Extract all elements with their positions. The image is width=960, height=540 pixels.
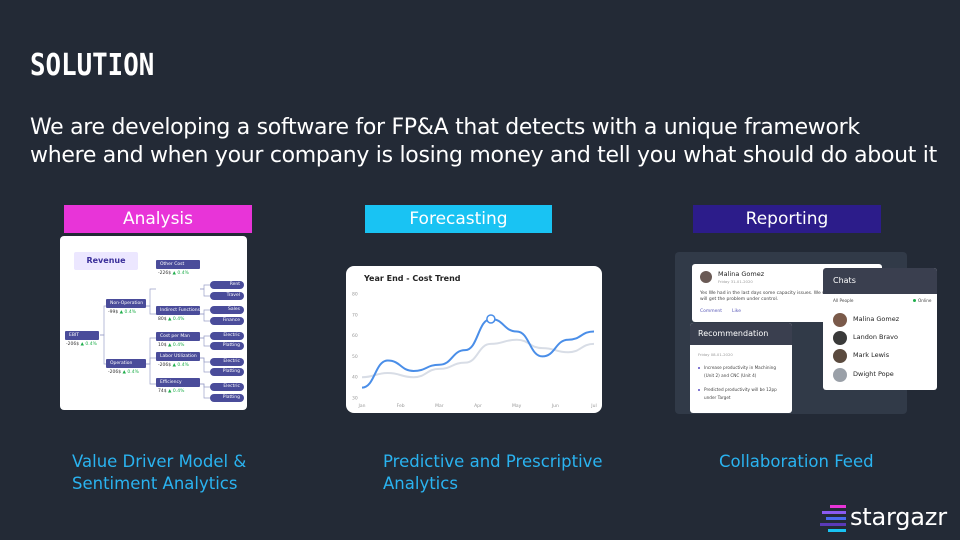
- chats-title: Chats: [823, 268, 937, 294]
- stargazr-logo: stargazr: [820, 503, 947, 533]
- analysis-caption-line-2: Sentiment Analytics: [72, 474, 238, 493]
- x-tick-label: Mar: [435, 403, 444, 409]
- y-tick-label: 50: [352, 354, 358, 360]
- rec-item-2a: Predicted productivity will be 12pp: [704, 387, 777, 392]
- revenue-tag: Revenue: [74, 252, 138, 270]
- x-tick-label: Jul: [590, 403, 596, 409]
- post-text-2: will get the problem under control.: [700, 297, 779, 302]
- leaf-electric: Electric: [210, 383, 244, 391]
- post-text-1: Yes We had in the last days some capacit…: [700, 291, 826, 296]
- reporting-caption-line-1: Collaboration Feed: [719, 452, 874, 471]
- analysis-caption-line-1: Value Driver Model &: [72, 452, 247, 471]
- forecasting-caption-line-2: Analytics: [383, 474, 458, 493]
- forecasting-caption-line-1: Predictive and Prescriptive: [383, 452, 603, 471]
- node-cost-per-man-hour: Cost per Man Hour: [156, 332, 200, 348]
- chat-name: Mark Lewis: [853, 351, 890, 359]
- node-other-cost-center-value: -226$ ▲ 0.4%: [158, 271, 189, 276]
- y-tick-label: 60: [352, 333, 358, 339]
- leaf-electric: Electric: [210, 332, 244, 340]
- avatar: [700, 271, 712, 283]
- node-other-cost-center: Other Cost Center: [156, 260, 200, 276]
- node-efficiency-value: 74$ ▲ 0.4%: [158, 389, 185, 394]
- y-tick-label: 40: [352, 375, 358, 381]
- stargazr-mark-icon: [820, 505, 846, 532]
- highlight-point[interactable]: [486, 314, 496, 324]
- logo-text: stargazr: [850, 503, 947, 531]
- y-tick-label: 70: [352, 312, 358, 318]
- node-ebit: EBIT: [65, 331, 99, 340]
- recommendation-card: Recommendation Friday 08-01-2020 Increas…: [690, 323, 792, 413]
- leaf-electric: Electric: [210, 358, 244, 366]
- chat-name: Landon Bravo: [853, 333, 898, 341]
- bullet-icon: [698, 367, 700, 369]
- node-indirect-functions-value: 80$ ▲ 0.4%: [158, 317, 185, 322]
- forecast-screenshot: Year End - Cost Trend 30 40 50 60 70 80 Jan Feb…: [346, 266, 602, 413]
- chats-panel: Chats All People Online Malina Gomez Lan…: [823, 268, 937, 390]
- subtitle-line-2: where and when your company is losing mo…: [30, 143, 937, 168]
- x-tick-label: Jan: [358, 403, 366, 409]
- x-tick-label: Jun: [551, 403, 559, 409]
- x-tick-label: Apr: [474, 403, 482, 409]
- node-cost-per-man-hour-value: 10$ ▲ 0.4%: [158, 343, 185, 348]
- chats-online-filter[interactable]: Online: [918, 298, 932, 303]
- reporting-label: Reporting: [693, 205, 881, 233]
- analysis-label: Analysis: [64, 205, 252, 233]
- node-labor-utilization: Labor Utilization: [156, 352, 200, 361]
- online-dot-icon: [913, 299, 916, 302]
- baseline-series-line: [361, 338, 595, 379]
- recommendation-date: Friday 08-01-2020: [698, 352, 733, 357]
- x-tick-label: May: [512, 403, 522, 409]
- node-non-operation: Non-Operation: [106, 299, 146, 308]
- like-link[interactable]: Like: [732, 309, 741, 314]
- node-indirect-functions: Indirect Functions: [156, 306, 200, 315]
- leaf-platting: Platting: [210, 342, 244, 350]
- avatar: [833, 368, 847, 382]
- rec-item-1b: (Unit 2) and CNC (Unit 4): [704, 373, 757, 378]
- bullet-icon: [698, 389, 700, 391]
- comment-link[interactable]: Comment: [700, 309, 722, 314]
- node-ebit-value: -206$ ▲ 0.4%: [66, 342, 97, 347]
- node-operation-value: -206$ ▲ 0.4%: [108, 370, 139, 375]
- forecasting-label: Forecasting: [365, 205, 552, 233]
- slide-title: SOLUTION: [30, 48, 155, 83]
- forecasting-caption: Predictive and Prescriptive Analytics: [383, 451, 643, 495]
- leaf-finance: Finance: [210, 317, 244, 325]
- slide-subtitle: We are developing a software for FP&A th…: [30, 114, 950, 170]
- leaf-sales: Sales: [210, 306, 244, 314]
- rec-item-1a: Increase productivity in Machining: [704, 365, 776, 370]
- avatar: [833, 313, 847, 327]
- leaf-platting: Platting: [210, 394, 244, 402]
- node-non-operation-value: -99$ ▲ 0.4%: [108, 310, 136, 315]
- avatar: [833, 349, 847, 363]
- node-labor-utilization-value: -206$ ▲ 0.4%: [158, 363, 189, 368]
- leaf-rent: Rent: [210, 281, 244, 289]
- analysis-caption: Value Driver Model & Sentiment Analytics: [72, 451, 312, 495]
- node-efficiency: Efficiency: [156, 378, 200, 387]
- leaf-platting: Platting: [210, 368, 244, 376]
- chat-name: Malina Gomez: [853, 315, 900, 323]
- rec-item-2b: under Target: [704, 395, 731, 400]
- x-tick-label: Feb: [397, 403, 405, 409]
- subtitle-line-1: We are developing a software for FP&A th…: [30, 115, 860, 140]
- chat-name: Dwight Pope: [853, 370, 894, 378]
- post-date: Friday 31-01-2020: [718, 279, 753, 284]
- chats-filter[interactable]: All People: [833, 298, 853, 303]
- forecast-chart: 30 40 50 60 70 80 Jan Feb Mar Apr May Jun Jul: [352, 292, 597, 410]
- analysis-screenshot: Revenue EBIT -206$ ▲ 0.4% Non-Operation …: [60, 236, 247, 410]
- leaf-travel: Travel: [210, 292, 244, 300]
- y-tick-label: 80: [352, 292, 358, 298]
- reporting-caption: Collaboration Feed: [719, 451, 919, 473]
- recommendation-title: Recommendation: [690, 323, 792, 345]
- avatar: [833, 331, 847, 345]
- y-tick-label: 30: [352, 396, 358, 402]
- node-operation: Operation: [106, 359, 146, 368]
- post-author: Malina Gomez: [718, 270, 765, 278]
